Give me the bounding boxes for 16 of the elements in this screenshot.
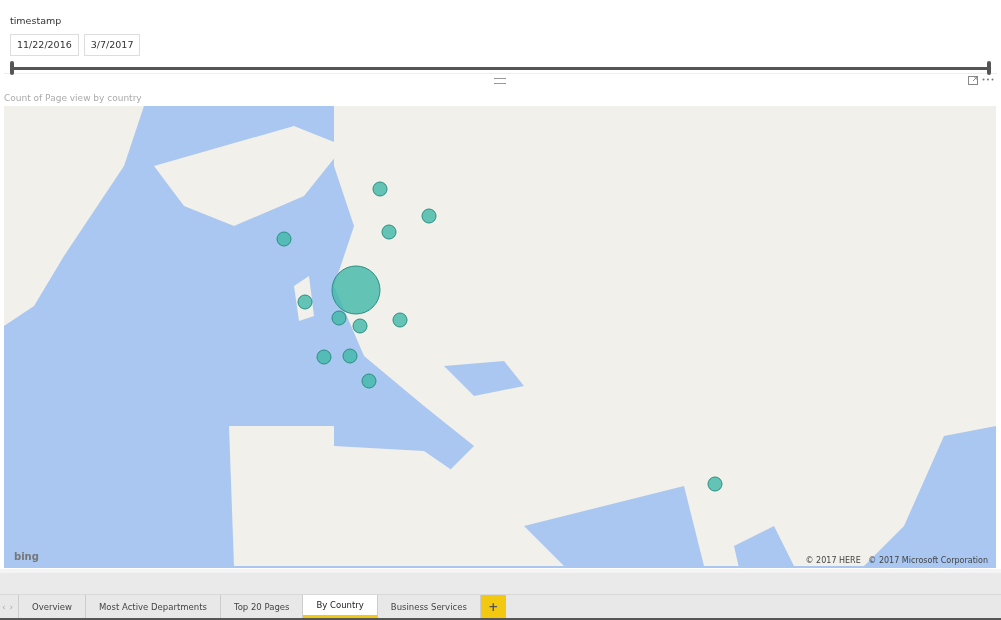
slicer-title: timestamp [10, 15, 62, 26]
drag-handle-icon[interactable] [494, 78, 506, 84]
focus-mode-icon[interactable] [968, 76, 978, 85]
page-tab[interactable]: Business Services [377, 595, 481, 618]
end-date-field[interactable]: 3/7/2017 [83, 34, 141, 56]
add-page-button[interactable]: + [480, 595, 506, 618]
slider-handle[interactable] [987, 61, 991, 75]
map-attribution: © 2017 HERE © 2017 Microsoft Corporation [805, 556, 988, 565]
page-tab[interactable]: Most Active Departments [86, 595, 221, 618]
page-tab[interactable]: Overview [19, 595, 87, 618]
visual-title: Count of Page view by country [4, 93, 142, 103]
slider-handle[interactable] [10, 61, 14, 75]
page-tab[interactable]: By Country [303, 595, 378, 618]
map-logo: bing [14, 551, 39, 562]
start-date-field[interactable]: 11/22/2016 [10, 34, 79, 56]
more-options-icon[interactable] [982, 78, 994, 81]
